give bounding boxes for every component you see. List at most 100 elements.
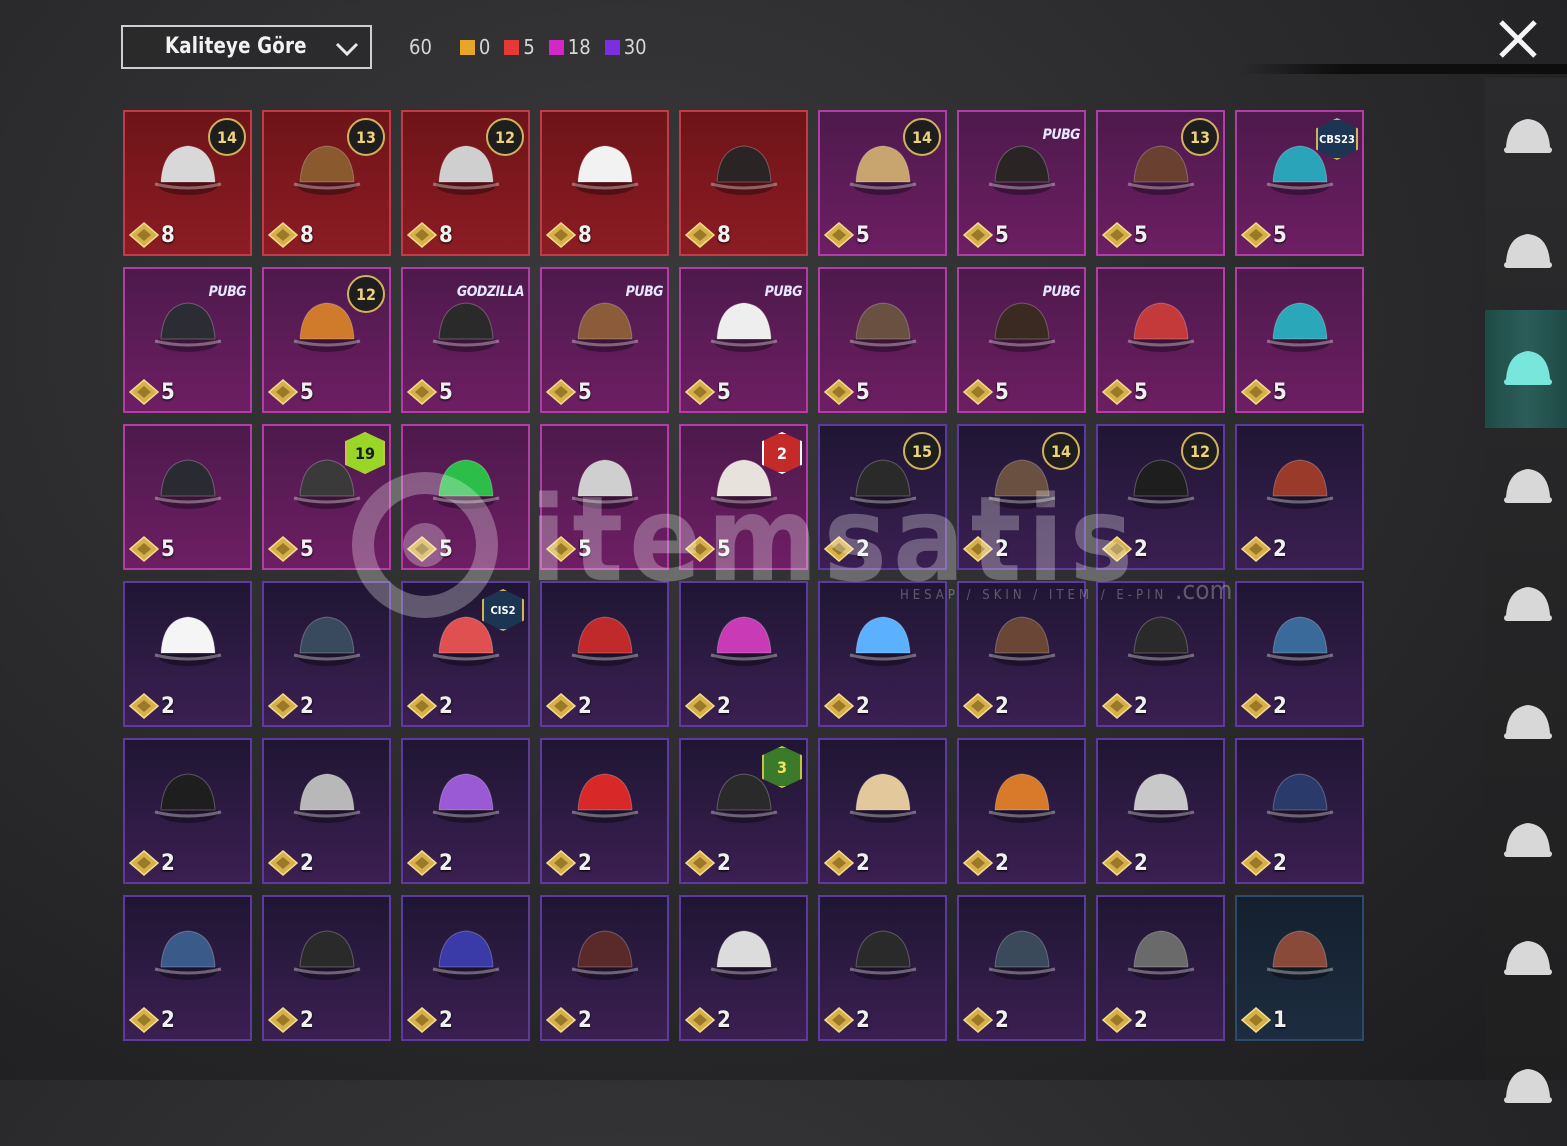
item-value: 2: [578, 694, 592, 719]
close-icon[interactable]: [1495, 16, 1541, 62]
item-value: 5: [1134, 223, 1148, 248]
currency-coin-icon: [407, 1007, 437, 1033]
inventory-item[interactable]: 2: [1235, 424, 1364, 570]
inventory-item[interactable]: CIS2 2: [401, 581, 530, 727]
inventory-item[interactable]: 2: [679, 895, 808, 1041]
currency-coin-icon: [268, 379, 298, 405]
inventory-item[interactable]: 2: [1096, 895, 1225, 1041]
currency-coin-icon: [963, 222, 993, 248]
inventory-item[interactable]: 2: [679, 581, 808, 727]
item-value: 5: [300, 537, 314, 562]
inventory-item[interactable]: 25: [679, 424, 808, 570]
inventory-item[interactable]: 13 5: [1096, 110, 1225, 256]
inventory-item[interactable]: 2: [1235, 581, 1364, 727]
currency-coin-icon: [963, 850, 993, 876]
inventory-item[interactable]: 14 5: [818, 110, 947, 256]
inventory-item[interactable]: 19 5: [262, 424, 391, 570]
inventory-item[interactable]: 5: [1096, 267, 1225, 413]
ghost-mask-icon: [571, 145, 639, 195]
inventory-item[interactable]: 2: [540, 895, 669, 1041]
inventory-item[interactable]: 2: [401, 738, 530, 884]
inventory-item[interactable]: 32: [679, 738, 808, 884]
inventory-item[interactable]: 2: [401, 895, 530, 1041]
inventory-item[interactable]: 2: [957, 895, 1086, 1041]
rare-count: 30: [623, 35, 647, 59]
inventory-item[interactable]: 5: [401, 424, 530, 570]
inventory-item[interactable]: PUBG 5: [679, 267, 808, 413]
inventory-item[interactable]: PUBG 5: [123, 267, 252, 413]
inventory-item[interactable]: 2: [123, 895, 252, 1041]
currency-coin-icon: [546, 536, 576, 562]
inventory-item[interactable]: 2: [1096, 581, 1225, 727]
inventory-item[interactable]: PUBG 5: [957, 110, 1086, 256]
item-value: 2: [300, 1008, 314, 1033]
inventory-item[interactable]: GODZILLA 5: [401, 267, 530, 413]
inventory-item[interactable]: 5: [123, 424, 252, 570]
sidebar-tab-outfit[interactable]: [1485, 78, 1567, 196]
inventory-item[interactable]: 2: [540, 738, 669, 884]
inventory-item[interactable]: 2: [123, 581, 252, 727]
sort-dropdown[interactable]: Kaliteye Göre: [121, 25, 372, 69]
inventory-item[interactable]: 2: [818, 738, 947, 884]
inventory-item[interactable]: 2: [1235, 738, 1364, 884]
inventory-item[interactable]: 1: [1235, 895, 1364, 1041]
sidebar-tab-helmet[interactable]: [1485, 193, 1567, 311]
inventory-item[interactable]: PUBG 5: [957, 267, 1086, 413]
backpack-icon: [1504, 823, 1552, 857]
sidebar-tab-glasses[interactable]: [1485, 428, 1567, 546]
currency-coin-icon: [685, 379, 715, 405]
currency-coin-icon: [1241, 222, 1271, 248]
cap-icon: [1504, 351, 1552, 385]
inventory-item[interactable]: 12 5: [262, 267, 391, 413]
item-value: 2: [856, 1008, 870, 1033]
inventory-item[interactable]: 5: [1235, 267, 1364, 413]
currency-coin-icon: [407, 379, 437, 405]
season-badge: PUBG: [1042, 127, 1081, 143]
inventory-item[interactable]: 14 8: [123, 110, 252, 256]
item-value: 2: [1134, 537, 1148, 562]
inventory-item[interactable]: 13 8: [262, 110, 391, 256]
inventory-item[interactable]: 2: [262, 738, 391, 884]
inventory-item[interactable]: 5: [818, 267, 947, 413]
item-value: 5: [995, 380, 1009, 405]
inventory-item[interactable]: 14 2: [957, 424, 1086, 570]
currency-coin-icon: [268, 693, 298, 719]
sidebar-tab-shoes[interactable]: [1485, 1028, 1567, 1146]
currency-coin-icon: [407, 222, 437, 248]
inventory-item[interactable]: 2: [540, 581, 669, 727]
item-value: 8: [717, 223, 731, 248]
sidebar-tab-pants[interactable]: [1485, 900, 1567, 1018]
inventory-item[interactable]: 2: [818, 581, 947, 727]
inventory-item[interactable]: PUBG 5: [540, 267, 669, 413]
inventory-item[interactable]: 2: [123, 738, 252, 884]
sidebar-tab-backpack[interactable]: [1485, 782, 1567, 900]
mythic-count: 5: [523, 35, 535, 59]
currency-coin-icon: [685, 536, 715, 562]
currency-coin-icon: [129, 536, 159, 562]
sidebar-tab-jacket[interactable]: [1485, 664, 1567, 782]
item-value: 5: [1134, 380, 1148, 405]
inventory-item[interactable]: 2: [1096, 738, 1225, 884]
inventory-item[interactable]: 15 2: [818, 424, 947, 570]
shoes-icon: [1504, 1069, 1552, 1103]
inventory-item[interactable]: 5: [540, 424, 669, 570]
sidebar-tab-mask[interactable]: [1485, 546, 1567, 664]
currency-coin-icon: [1102, 222, 1132, 248]
inventory-item[interactable]: 8: [540, 110, 669, 256]
item-value: 8: [578, 223, 592, 248]
inventory-item[interactable]: 2: [957, 581, 1086, 727]
item-value: 2: [995, 537, 1009, 562]
inventory-item[interactable]: 2: [957, 738, 1086, 884]
item-value: 2: [717, 694, 731, 719]
season-badge: 14: [208, 118, 246, 156]
inventory-item[interactable]: 2: [262, 581, 391, 727]
inventory-item[interactable]: 8: [679, 110, 808, 256]
item-value: 2: [856, 537, 870, 562]
inventory-item[interactable]: 2: [262, 895, 391, 1041]
item-value: 2: [161, 851, 175, 876]
sidebar-tab-cap[interactable]: [1485, 310, 1567, 428]
inventory-item[interactable]: 2: [818, 895, 947, 1041]
inventory-item[interactable]: 12 8: [401, 110, 530, 256]
inventory-item[interactable]: CBS23 5: [1235, 110, 1364, 256]
inventory-item[interactable]: 12 2: [1096, 424, 1225, 570]
